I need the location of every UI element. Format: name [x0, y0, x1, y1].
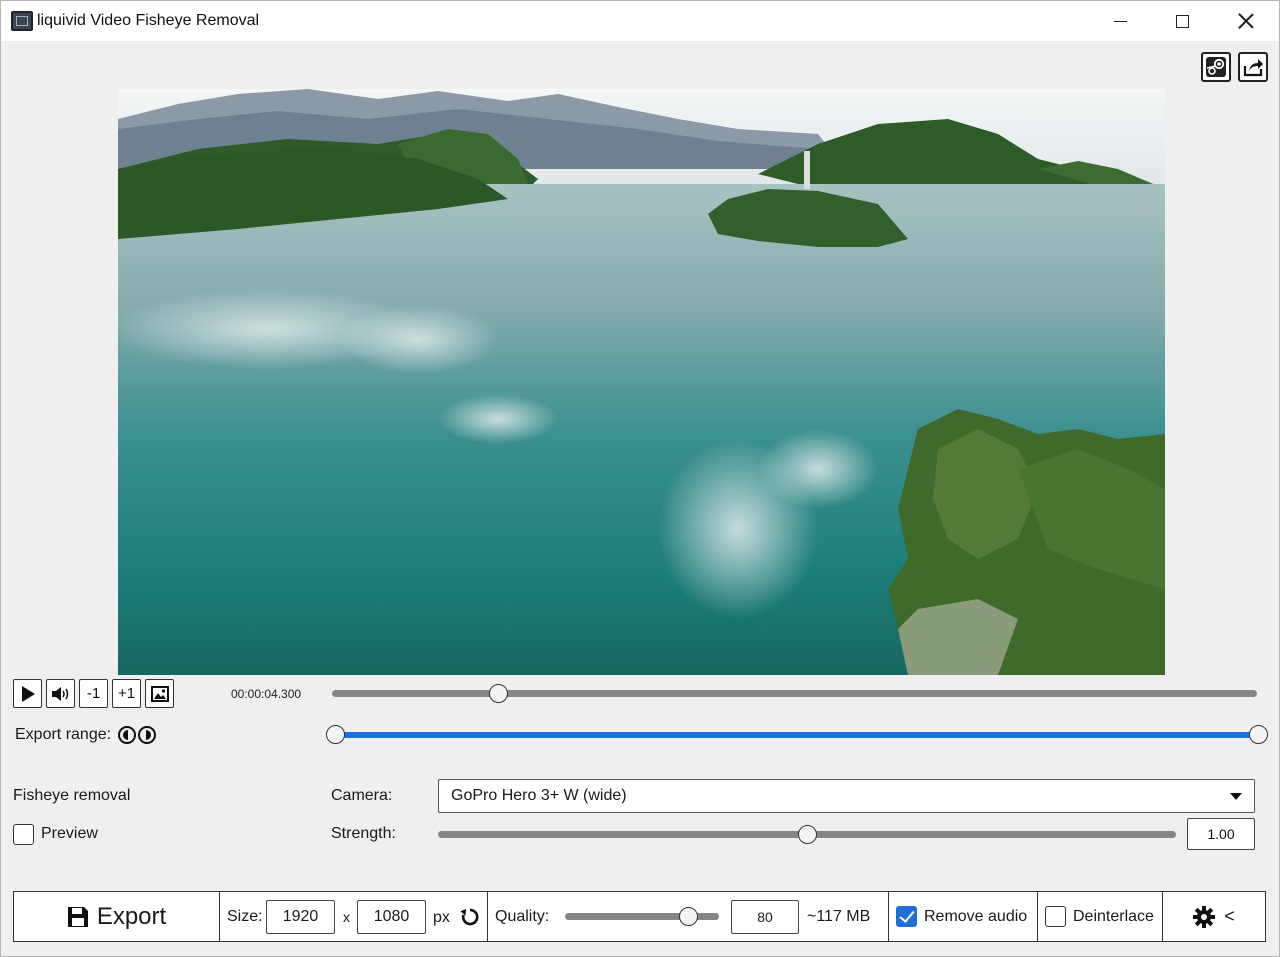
- step-forward-button[interactable]: +1: [112, 679, 141, 708]
- save-icon: [67, 906, 88, 927]
- play-icon: [21, 685, 35, 702]
- settings-caret: <: [1224, 906, 1235, 926]
- size-label: Size:: [227, 908, 263, 925]
- camera-select[interactable]: GoPro Hero 3+ W (wide): [438, 779, 1255, 813]
- deinterlace-label: Deinterlace: [1073, 908, 1154, 925]
- steam-icon: [1206, 57, 1226, 77]
- export-range-text: Export range:: [15, 726, 112, 744]
- app-icon: [11, 11, 33, 31]
- timecode: 00:00:04.300: [231, 687, 302, 701]
- chevron-down-icon: [1230, 793, 1242, 800]
- maximize-button[interactable]: [1151, 1, 1213, 41]
- timeline-knob[interactable]: [489, 684, 508, 703]
- app-window: liquivid Video Fisheye Removal -1 +1 00:…: [0, 0, 1280, 957]
- remove-audio-checkbox[interactable]: [896, 906, 917, 927]
- export-button[interactable]: Export: [14, 892, 220, 941]
- gear-icon: [1193, 905, 1216, 928]
- width-input[interactable]: 1920: [266, 900, 335, 934]
- timeline-slider[interactable]: [332, 690, 1257, 697]
- video-frame-image: [118, 89, 1165, 675]
- estimated-size: ~117 MB: [807, 908, 871, 925]
- share-icon: [1243, 59, 1263, 77]
- image-icon: [150, 685, 169, 702]
- close-button[interactable]: [1215, 1, 1277, 41]
- deinterlace-checkbox[interactable]: [1045, 906, 1066, 927]
- preview-label: Preview: [41, 825, 98, 842]
- size-x-label: x: [343, 909, 350, 925]
- window-title: liquivid Video Fisheye Removal: [37, 12, 260, 29]
- close-icon: [1238, 13, 1254, 29]
- snapshot-button[interactable]: [145, 679, 174, 708]
- step-back-button[interactable]: -1: [79, 679, 108, 708]
- quality-input[interactable]: 80: [731, 900, 799, 934]
- maximize-icon: [1175, 14, 1189, 28]
- share-button[interactable]: [1238, 52, 1268, 82]
- minimize-button[interactable]: [1089, 1, 1151, 41]
- height-input[interactable]: 1080: [357, 900, 426, 934]
- volume-icon: [51, 686, 68, 701]
- steam-button[interactable]: [1201, 52, 1231, 82]
- deinterlace-group: Deinterlace: [1038, 892, 1163, 941]
- export-range-label: Export range:: [15, 726, 156, 744]
- quality-knob[interactable]: [678, 907, 698, 926]
- export-range-start-knob[interactable]: [325, 725, 345, 744]
- remove-audio-label: Remove audio: [924, 908, 1028, 925]
- bottom-toolbar: Export Size: 1920 x 1080 px Quality: 80 …: [13, 891, 1266, 942]
- strength-input[interactable]: 1.00: [1187, 818, 1255, 850]
- title-bar: liquivid Video Fisheye Removal: [1, 1, 1279, 41]
- reset-icon[interactable]: [460, 907, 480, 927]
- strength-label: Strength:: [331, 825, 396, 842]
- export-label: Export: [96, 902, 167, 930]
- export-range-track[interactable]: [335, 732, 1258, 738]
- export-range-end-knob[interactable]: [1248, 725, 1268, 744]
- volume-button[interactable]: [46, 679, 75, 708]
- strength-knob[interactable]: [797, 825, 817, 844]
- px-label: px: [433, 909, 450, 926]
- minimize-icon: [1113, 20, 1127, 22]
- video-preview[interactable]: [118, 89, 1165, 675]
- quality-group: Quality: 80 ~117 MB: [488, 892, 889, 941]
- camera-label: Camera:: [331, 787, 393, 804]
- play-button[interactable]: [13, 679, 42, 708]
- camera-select-value: GoPro Hero 3+ W (wide): [451, 787, 627, 804]
- fisheye-section-label: Fisheye removal: [13, 787, 131, 804]
- preview-checkbox[interactable]: [13, 824, 34, 845]
- range-start-icon[interactable]: [117, 726, 136, 744]
- quality-label: Quality:: [495, 908, 550, 925]
- settings-button[interactable]: <: [1163, 892, 1264, 941]
- remove-audio-group: Remove audio: [889, 892, 1038, 941]
- range-end-icon[interactable]: [137, 726, 156, 744]
- size-group: Size: 1920 x 1080 px: [220, 892, 488, 941]
